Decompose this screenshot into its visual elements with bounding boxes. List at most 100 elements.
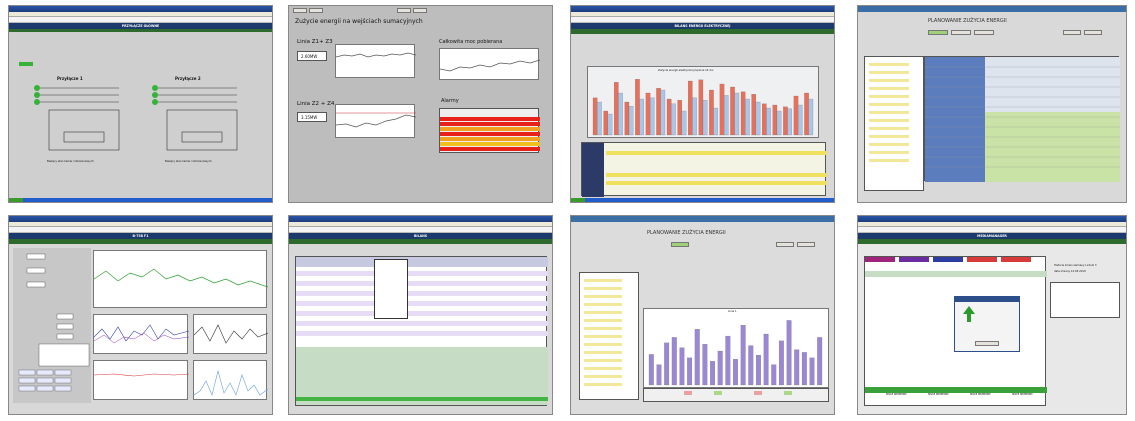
bar xyxy=(740,91,746,136)
start-button[interactable] xyxy=(571,198,585,202)
section-label-1: NISKIE NIEZBEDNE xyxy=(886,393,907,396)
tree-panel[interactable] xyxy=(579,272,639,400)
trend-chart-top xyxy=(93,250,268,308)
bar xyxy=(808,98,814,136)
tile-zuzycie-energii: Zużycie energii na wejściach sumacyjnych… xyxy=(288,5,553,203)
section-label-4: NISKIE NIEZBEDNE xyxy=(1012,393,1033,396)
tab-button-1[interactable] xyxy=(671,242,689,247)
tile-bilans-tabela: BILANS xyxy=(288,215,553,415)
bar xyxy=(624,101,630,136)
bar xyxy=(798,104,803,136)
bar xyxy=(639,98,644,136)
bar xyxy=(614,82,619,136)
taskbar xyxy=(9,198,272,202)
save-button[interactable] xyxy=(776,242,794,247)
bar xyxy=(763,333,769,386)
bar xyxy=(607,113,613,136)
bar xyxy=(656,364,662,386)
energy-balance-chart: Zużycie energii elektrycznej łącznie 14 … xyxy=(587,66,819,138)
bilans-table[interactable] xyxy=(295,256,548,406)
bar xyxy=(762,103,767,136)
bar xyxy=(592,97,598,136)
trend-chart-mid-right xyxy=(193,314,268,354)
bar-series xyxy=(592,79,814,136)
bar xyxy=(603,110,608,136)
alarms-table[interactable] xyxy=(439,108,540,153)
line1-trend-chart xyxy=(335,44,416,78)
bar xyxy=(771,364,777,386)
plan-footer-table xyxy=(643,388,829,402)
history-date: data zmiany 12.05.2010 xyxy=(1054,270,1086,273)
status-bar xyxy=(571,29,834,34)
bar xyxy=(725,335,731,386)
line2-value: 3.15MW xyxy=(301,115,318,120)
tile-mediamanager: MEDIAMANAGER Historia zmian zamiany Licz… xyxy=(857,215,1127,415)
line1-label: Linia Z1+ Z3 xyxy=(297,39,333,45)
bar xyxy=(717,350,723,386)
window-titlebar[interactable] xyxy=(571,216,834,222)
caption-right: Bieżący stan kamer rozliczeniowych xyxy=(165,160,212,163)
save-button[interactable] xyxy=(1063,30,1081,35)
line2-trend-chart xyxy=(335,104,416,138)
section-label-3: NISKIE NIEZBEDNE xyxy=(970,393,991,396)
bar xyxy=(783,106,788,136)
section-label-2: NISKIE NIEZBEDNE xyxy=(928,393,949,396)
page-title: PLANOWANIE ZUŻYCIA ENERGII xyxy=(928,18,1007,24)
bar xyxy=(787,108,792,136)
tile-przylacze-glowne: PRZYŁĄCZE GŁÓWNE Przyłącze 1 Przyłącze 2… xyxy=(8,5,273,203)
bar xyxy=(733,359,738,386)
page-heading: Zużycie energii na wejściach sumacyjnych xyxy=(295,18,423,25)
settings-button[interactable] xyxy=(397,8,411,13)
bar xyxy=(755,101,761,136)
bar xyxy=(804,92,809,136)
bar xyxy=(666,98,672,136)
bar xyxy=(740,325,746,386)
column-dropdown-menu[interactable] xyxy=(374,259,408,319)
line1-value-box: 2.60MW xyxy=(297,51,327,61)
bar xyxy=(710,361,715,386)
tab-button-2[interactable] xyxy=(951,30,971,35)
bar xyxy=(597,101,602,136)
bar xyxy=(776,110,782,136)
close-button[interactable] xyxy=(413,8,427,13)
balance-table[interactable] xyxy=(581,142,827,197)
bar xyxy=(778,340,784,386)
bar xyxy=(801,352,807,386)
taskbar xyxy=(571,198,834,202)
bar xyxy=(660,89,666,136)
bar xyxy=(817,337,823,386)
tile-planowanie-tabela: PLANOWANIE ZUŻYCIA ENERGII xyxy=(857,5,1127,203)
forward-button[interactable] xyxy=(309,8,323,13)
schematic-panel xyxy=(13,248,91,403)
caption-left: Bieżący stan kamer rozliczeniowych xyxy=(47,160,94,163)
history-info: Historia zmian zamiany Licznik 3 xyxy=(1054,264,1097,267)
export-button[interactable] xyxy=(1084,30,1102,35)
bar xyxy=(681,110,687,136)
bar xyxy=(730,86,735,136)
tree-panel[interactable] xyxy=(864,56,924,191)
bar xyxy=(687,357,693,386)
bar xyxy=(794,349,800,386)
tile-planowanie-wykres: PLANOWANIE ZUŻYCIA ENERGII Linia 1 xyxy=(570,215,835,415)
bar xyxy=(702,344,708,386)
status-bar xyxy=(858,239,1126,244)
bar xyxy=(713,107,718,136)
status-bar xyxy=(9,239,272,244)
export-button[interactable] xyxy=(797,242,815,247)
plan-grid[interactable] xyxy=(924,56,1120,182)
dialog-ok-button[interactable] xyxy=(975,341,999,346)
bar xyxy=(698,79,704,136)
plan-bar-chart: Linia 1 xyxy=(643,308,829,388)
window-titlebar[interactable] xyxy=(858,6,1126,12)
bar xyxy=(793,95,799,136)
back-button[interactable] xyxy=(293,8,307,13)
tile-b758: B-758 F1 xyxy=(8,215,273,415)
tab-button-3[interactable] xyxy=(974,30,994,35)
history-dialog[interactable] xyxy=(954,296,1020,352)
start-button[interactable] xyxy=(9,198,23,202)
tab-button-1[interactable] xyxy=(928,30,948,35)
total-power-chart xyxy=(439,48,540,80)
bar xyxy=(709,89,714,136)
bar xyxy=(688,80,693,136)
bar xyxy=(772,104,778,136)
